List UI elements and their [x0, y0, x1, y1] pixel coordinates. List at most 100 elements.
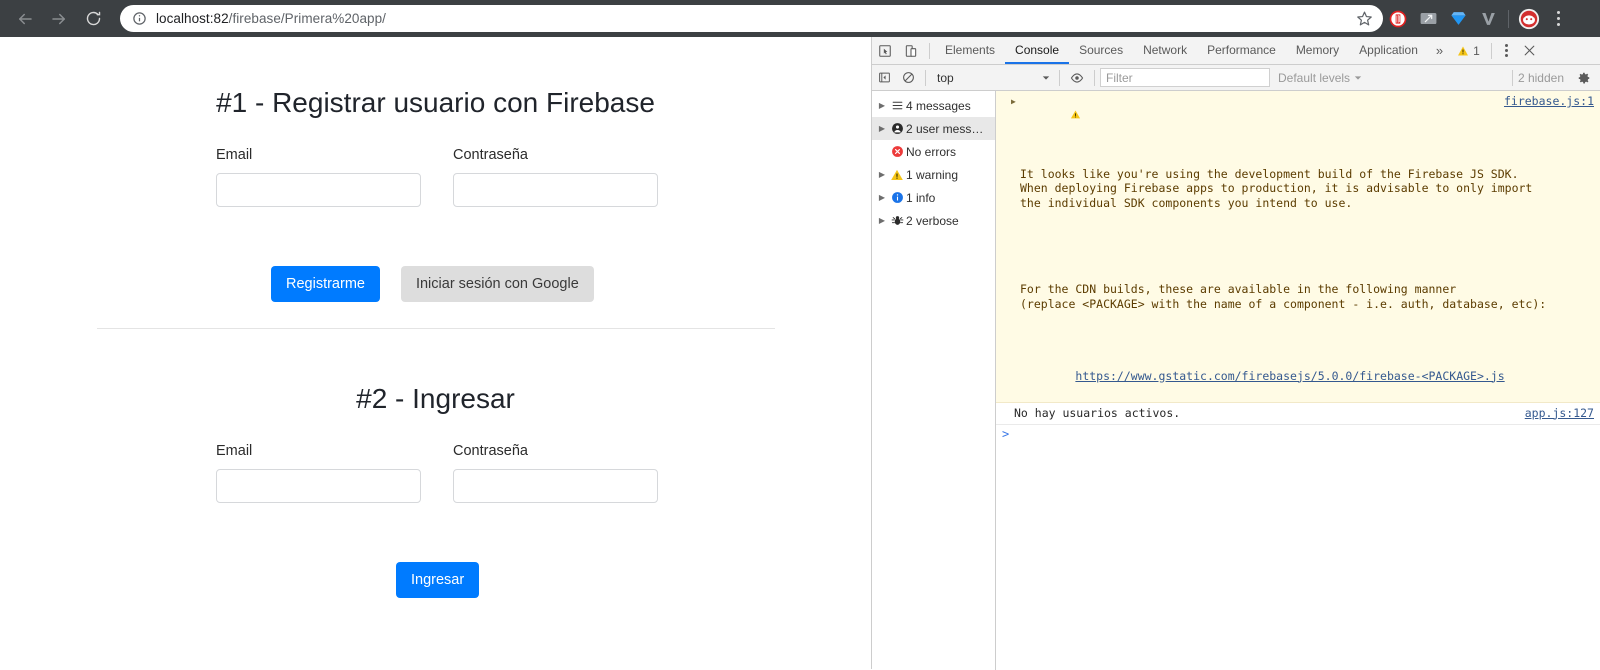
- login-email-input[interactable]: [216, 469, 421, 503]
- warning-count-indicator[interactable]: 1: [1451, 44, 1486, 58]
- tab-memory[interactable]: Memory: [1286, 37, 1349, 64]
- console-source-link[interactable]: app.js:127: [1525, 406, 1594, 421]
- error-circle-icon: [888, 145, 906, 158]
- sidebar-item-user-messages[interactable]: ▶ 2 user mess…: [872, 117, 995, 140]
- console-warning-message[interactable]: ▶ firebase.js:1 It looks like you're usi…: [996, 91, 1600, 403]
- section2-heading: #2 - Ingresar: [356, 383, 515, 414]
- tab-sources[interactable]: Sources: [1069, 37, 1133, 64]
- expand-arrow-icon[interactable]: ▶: [876, 124, 888, 133]
- clear-console-button[interactable]: [896, 65, 920, 90]
- list-lines-icon: [892, 101, 902, 110]
- close-icon: [1524, 45, 1535, 56]
- sidebar-item-label: 2 verbose: [906, 213, 959, 228]
- url-path: /firebase/Primera%20app/: [228, 11, 386, 26]
- warning-triangle-icon: [1458, 46, 1469, 55]
- tab-network[interactable]: Network: [1133, 37, 1197, 64]
- device-toolbar-button[interactable]: [898, 37, 924, 64]
- arrow-right-icon: [52, 13, 65, 24]
- kebab-dot: [1505, 54, 1509, 57]
- warning-text-gap-2: [1020, 340, 1594, 354]
- three-dot-menu-button[interactable]: [1544, 0, 1572, 37]
- console-filter-input[interactable]: [1100, 68, 1270, 87]
- login-password-input[interactable]: [453, 469, 658, 503]
- registrarme-button[interactable]: Registrarme: [271, 266, 380, 302]
- sidebar-item-label: 1 info: [906, 190, 936, 205]
- resize-arrows-icon: [1420, 12, 1436, 25]
- devtools-tabbar: Elements Console Sources Network Perform…: [872, 37, 1600, 65]
- sidebar-item-warnings[interactable]: ▶ 1 warning: [872, 163, 995, 186]
- tab-console[interactable]: Console: [1005, 37, 1069, 64]
- adblock-extension-icon[interactable]: [1383, 0, 1413, 37]
- url-host: localhost:82: [156, 11, 229, 26]
- filterbar-divider-3: [1094, 69, 1095, 86]
- expand-arrow-icon[interactable]: ▶: [876, 216, 888, 225]
- info-circle-icon[interactable]: [132, 11, 147, 26]
- register-email-label: Email: [216, 147, 253, 163]
- log-levels-select[interactable]: Default levels: [1270, 71, 1370, 85]
- google-signin-button[interactable]: Iniciar sesión con Google: [400, 266, 594, 302]
- resize-extension-icon[interactable]: [1413, 0, 1443, 37]
- person-icon: [891, 123, 903, 134]
- login-password-label: Contraseña: [453, 443, 528, 459]
- tab-application[interactable]: Application: [1349, 37, 1428, 64]
- log-levels-value: Default levels: [1278, 70, 1351, 85]
- kebab-dot: [1505, 49, 1509, 52]
- sidebar-item-errors[interactable]: No errors: [872, 140, 995, 163]
- section-divider: [97, 328, 775, 329]
- tab-elements[interactable]: Elements: [935, 37, 1005, 64]
- warning-text-part2: For the CDN builds, these are available …: [1020, 282, 1547, 311]
- sidebar-item-messages[interactable]: ▶ 4 messages: [872, 94, 995, 117]
- register-password-field-group: Contraseña: [453, 147, 658, 207]
- console-log-message[interactable]: app.js:127 No hay usuarios activos.: [996, 402, 1600, 425]
- sidebar-item-label: No errors: [906, 144, 957, 159]
- console-prompt-row[interactable]: >: [996, 425, 1600, 445]
- diamond-extension-icon[interactable]: [1443, 0, 1473, 37]
- register-password-label: Contraseña: [453, 147, 528, 163]
- expand-arrow-icon[interactable]: ▶: [1011, 95, 1016, 110]
- devtools-settings-button[interactable]: [1572, 65, 1596, 90]
- bug-icon: [888, 214, 906, 227]
- live-expression-eye-icon: [1070, 72, 1084, 83]
- console-sidebar-toggle-button[interactable]: [872, 65, 896, 90]
- adblock-hand-icon: [1389, 10, 1407, 27]
- ingresar-button[interactable]: Ingresar: [396, 562, 480, 598]
- execution-context-select[interactable]: top: [931, 68, 1054, 87]
- console-sidebar: ▶ 4 messages ▶ 2 user mess… No errors ▶ …: [872, 91, 996, 670]
- menu-dot: [1556, 17, 1560, 20]
- extensions-area: [1383, 0, 1572, 37]
- bug-glyph-icon: [891, 216, 903, 225]
- console-source-link[interactable]: firebase.js:1: [1504, 94, 1594, 109]
- chevron-down-icon: [1042, 75, 1050, 80]
- toolbar-divider: [1508, 9, 1509, 28]
- execution-context-value: top: [937, 70, 954, 85]
- profile-avatar-icon: [1518, 8, 1540, 29]
- bookmark-star-icon[interactable]: [1356, 10, 1373, 27]
- expand-arrow-icon[interactable]: ▶: [876, 101, 888, 110]
- inspect-element-button[interactable]: [872, 37, 898, 64]
- login-email-field-group: Email: [216, 443, 421, 503]
- devtools-more-options-button[interactable]: [1497, 37, 1517, 64]
- menu-dot: [1556, 11, 1560, 14]
- v-extension-icon[interactable]: [1473, 0, 1503, 37]
- firebase-cdn-link[interactable]: https://www.gstatic.com/firebasejs/5.0.0…: [1075, 369, 1504, 383]
- back-button[interactable]: [8, 0, 42, 37]
- tab-overflow-button[interactable]: »: [1428, 37, 1451, 64]
- expand-arrow-icon[interactable]: ▶: [876, 170, 888, 179]
- sidebar-item-verbose[interactable]: ▶ 2 verbose: [872, 209, 995, 232]
- register-email-input[interactable]: [216, 173, 421, 207]
- profile-avatar[interactable]: [1514, 0, 1544, 37]
- sidebar-item-info[interactable]: ▶ 1 info: [872, 186, 995, 209]
- address-bar[interactable]: localhost:82/firebase/Primera%20app/: [120, 5, 1383, 32]
- section1-heading: #1 - Registrar usuario con Firebase: [216, 87, 655, 118]
- expand-arrow-icon[interactable]: ▶: [876, 193, 888, 202]
- forward-button[interactable]: [42, 0, 76, 37]
- tab-performance[interactable]: Performance: [1197, 37, 1286, 64]
- menu-dot: [1556, 23, 1560, 26]
- register-password-input[interactable]: [453, 173, 658, 207]
- reload-button[interactable]: [76, 0, 110, 37]
- sidebar-item-label: 4 messages: [906, 98, 971, 113]
- browser-toolbar: localhost:82/firebase/Primera%20app/: [0, 0, 1600, 37]
- live-expression-button[interactable]: [1065, 65, 1089, 90]
- warning-text-gap: [1020, 239, 1594, 253]
- devtools-close-button[interactable]: [1517, 37, 1543, 64]
